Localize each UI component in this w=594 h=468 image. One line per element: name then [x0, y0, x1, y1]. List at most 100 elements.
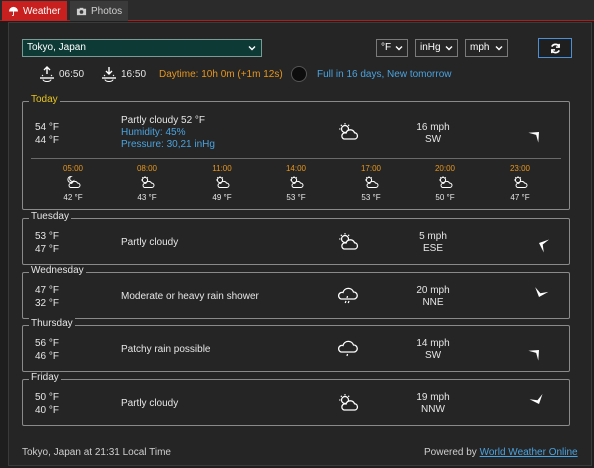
rain-cloud-icon: [337, 340, 358, 357]
hour-time: 05:00: [62, 164, 84, 173]
wind-direction-arrow-icon: [535, 287, 549, 297]
day-thursday: Thursday 56 °F 46 °F Patchy rain possibl…: [22, 318, 570, 372]
day-today: Today 54 °F 44 °F Partly cloudy 52 °F Hu…: [22, 94, 570, 210]
high-temp: 53 °F: [35, 231, 60, 242]
umbrella-icon: [8, 6, 19, 16]
hour-forecast: 11:00 49 °F: [202, 164, 242, 202]
hour-forecast: 20:00 50 °F: [425, 164, 465, 202]
hour-forecast: 05:00 42 °F: [53, 164, 93, 202]
speed-unit-value: mph: [470, 42, 490, 53]
location-select[interactable]: Tokyo, Japan: [22, 39, 262, 57]
moon-phase-text: Full in 16 days, New tomorrow: [317, 68, 452, 80]
wind-info: 5 mph ESE: [403, 231, 463, 255]
tab-photos[interactable]: Photos: [70, 1, 129, 21]
camera-icon: [76, 7, 87, 15]
sunset-icon: [102, 67, 116, 82]
pressure-unit-select[interactable]: inHg: [415, 39, 458, 57]
partly-cloudy-icon: [339, 233, 359, 250]
tab-photos-label: Photos: [91, 5, 123, 17]
current-conditions: Partly cloudy 52 °F Humidity: 45% Pressu…: [121, 115, 215, 151]
hour-temp: 42 °F: [63, 193, 83, 202]
wind-info: 16 mph SW: [403, 122, 463, 146]
hour-temp: 43 °F: [137, 193, 157, 202]
day-temps: 56 °F 46 °F: [35, 337, 59, 363]
hour-forecast: 14:00 53 °F: [276, 164, 316, 202]
day-label: Tuesday: [29, 211, 71, 222]
wind-direction: NNE: [422, 297, 444, 308]
day-label: Wednesday: [29, 265, 86, 276]
hour-divider: [31, 158, 561, 159]
condition-text: Partly cloudy: [121, 237, 179, 248]
condition-text: Moderate or heavy rain shower: [121, 291, 259, 302]
partly-cloudy-night-icon: [67, 175, 81, 188]
hour-temp: 53 °F: [286, 193, 306, 202]
day-label: Today: [29, 94, 60, 105]
speed-unit-select[interactable]: mph: [465, 39, 508, 57]
condition-text: Partly cloudy: [121, 398, 179, 409]
day-temps: 47 °F 32 °F: [35, 284, 59, 310]
wind-info: 14 mph SW: [403, 338, 463, 362]
partly-cloudy-icon: [439, 176, 453, 188]
tab-weather[interactable]: Weather: [2, 1, 67, 21]
chevron-down-icon: [395, 46, 403, 51]
hour-time: 17:00: [360, 164, 382, 173]
hour-time: 11:00: [212, 164, 232, 173]
hour-forecast: 23:00 47 °F: [500, 164, 540, 202]
hour-time: 14:00: [285, 164, 307, 173]
wind-direction-arrow-icon: [529, 393, 543, 404]
pressure-unit-value: inHg: [420, 42, 441, 53]
sunset-info: 16:50: [100, 64, 146, 84]
high-temp: 50 °F: [35, 392, 60, 403]
rain-cloud-icon: [337, 287, 358, 304]
hour-time: 20:00: [434, 164, 456, 173]
partly-cloudy-icon: [339, 394, 359, 411]
sunrise-time: 06:50: [59, 68, 85, 80]
provider-link[interactable]: World Weather Online: [480, 447, 578, 458]
temp-unit-select[interactable]: °F: [376, 39, 408, 57]
low-temp: 32 °F: [35, 298, 60, 309]
wind-info: 20 mph NNE: [403, 285, 463, 309]
day-temps: 53 °F 47 °F: [35, 230, 59, 256]
sunrise-icon: [40, 66, 54, 82]
hour-temp: 50 °F: [435, 193, 455, 202]
wind-direction: SW: [424, 134, 442, 145]
local-time-text: Tokyo, Japan at 21:31 Local Time: [22, 447, 171, 458]
day-wednesday: Wednesday 47 °F 32 °F Moderate or heavy …: [22, 265, 570, 319]
refresh-icon: [550, 43, 560, 53]
powered-by-label: Powered by: [424, 447, 477, 458]
pressure-text: Pressure: 30,21 inHg: [121, 139, 215, 150]
hour-time: 23:00: [509, 164, 531, 173]
chevron-down-icon: [248, 46, 256, 51]
partly-cloudy-icon: [216, 176, 230, 188]
low-temp: 46 °F: [35, 351, 60, 362]
wind-direction-arrow-icon: [528, 350, 539, 361]
low-temp: 47 °F: [35, 244, 60, 255]
hour-temp: 49 °F: [212, 193, 232, 202]
high-temp: 54 °F: [35, 122, 60, 133]
partly-cloudy-icon: [141, 176, 155, 188]
partly-cloudy-icon: [339, 123, 359, 140]
sunrise-info: 06:50: [38, 64, 84, 84]
hour-time: 08:00: [136, 164, 158, 173]
humidity-text: Humidity: 45%: [121, 127, 186, 138]
wind-speed: 5 mph: [419, 231, 447, 242]
wind-speed: 20 mph: [416, 285, 450, 296]
refresh-button[interactable]: [538, 38, 572, 58]
sunset-time: 16:50: [121, 68, 147, 80]
day-tuesday: Tuesday 53 °F 47 °F Partly cloudy 5 mph …: [22, 211, 570, 265]
powered-by: Powered by World Weather Online: [424, 447, 578, 458]
day-friday: Friday 50 °F 40 °F Partly cloudy 19 mph …: [22, 372, 570, 426]
wind-direction-arrow-icon: [528, 132, 539, 143]
daytime-length: Daytime: 10h 0m (+1m 12s): [159, 68, 283, 80]
wind-speed: 19 mph: [416, 392, 450, 403]
condition-text: Patchy rain possible: [121, 344, 211, 355]
wind-direction-arrow-icon: [539, 239, 550, 253]
high-temp: 47 °F: [35, 285, 60, 296]
hour-forecast: 08:00 43 °F: [127, 164, 167, 202]
day-temps: 50 °F 40 °F: [35, 391, 59, 417]
tab-weather-label: Weather: [23, 5, 61, 17]
day-label: Friday: [29, 372, 61, 383]
partly-cloudy-icon: [365, 176, 379, 188]
high-temp: 56 °F: [35, 338, 60, 349]
partly-cloudy-icon: [514, 176, 528, 188]
